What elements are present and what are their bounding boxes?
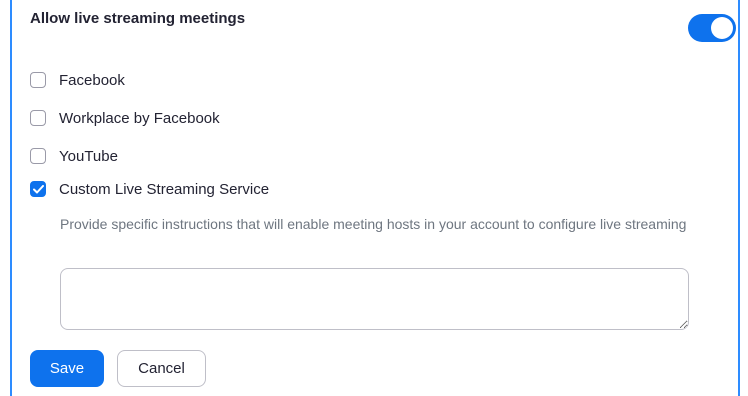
- panel-right-border: [738, 0, 740, 396]
- checkmark-icon: [32, 184, 44, 193]
- cancel-button[interactable]: Cancel: [117, 350, 206, 387]
- workplace-checkbox[interactable]: [30, 110, 46, 126]
- option-label: Facebook: [59, 71, 125, 89]
- option-label: Workplace by Facebook: [59, 109, 220, 127]
- option-label: Custom Live Streaming Service: [59, 180, 270, 198]
- section-title: Allow live streaming meetings: [30, 10, 246, 27]
- save-button[interactable]: Save: [30, 350, 104, 387]
- toggle-knob: [711, 17, 733, 39]
- option-facebook[interactable]: Facebook: [30, 69, 125, 91]
- option-custom-live-streaming[interactable]: Custom Live Streaming Service: [30, 178, 269, 200]
- option-workplace-by-facebook[interactable]: Workplace by Facebook: [30, 107, 220, 129]
- custom-service-instructions: Provide specific instructions that will …: [60, 216, 687, 232]
- option-label: YouTube: [59, 147, 118, 165]
- instructions-textarea[interactable]: [60, 268, 689, 330]
- live-streaming-settings-panel: Allow live streaming meetings Facebook W…: [0, 0, 748, 396]
- facebook-checkbox[interactable]: [30, 72, 46, 88]
- instructions-textarea-wrap: [60, 268, 689, 330]
- live-streaming-toggle[interactable]: [688, 14, 736, 42]
- custom-service-checkbox[interactable]: [30, 181, 46, 197]
- panel-left-border: [10, 0, 12, 396]
- option-youtube[interactable]: YouTube: [30, 145, 118, 167]
- youtube-checkbox[interactable]: [30, 148, 46, 164]
